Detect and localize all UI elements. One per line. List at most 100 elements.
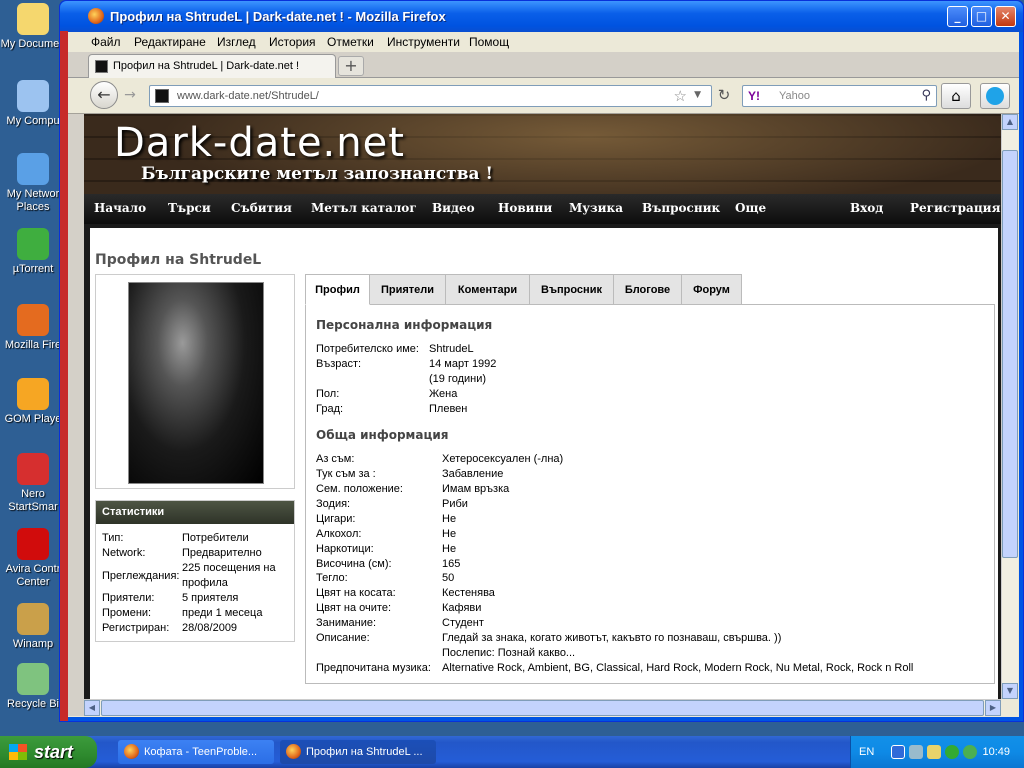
menu-history[interactable]: История	[269, 35, 316, 49]
start-button[interactable]: start	[0, 736, 97, 768]
menu-edit[interactable]: Редактиране	[134, 35, 206, 49]
horizontal-scrollbar[interactable]: ◀ ▶	[84, 699, 1001, 716]
vertical-scroll-thumb[interactable]	[1002, 150, 1018, 558]
taskbar-task[interactable]: Кофата - TeenProble...	[118, 740, 274, 764]
desktop-icon[interactable]: Nero StartSmar	[0, 453, 66, 514]
nav-questionnaire[interactable]: Въпросник	[642, 201, 720, 215]
tab-profile[interactable]: Профил	[305, 274, 370, 305]
language-indicator[interactable]: EN	[859, 746, 874, 758]
menu-bar: Файл Редактиране Изглед История Отметки …	[64, 32, 1019, 52]
tab-friends[interactable]: Приятели	[369, 274, 446, 305]
desktop-app-icon	[17, 153, 49, 185]
tab-questionnaire[interactable]: Въпросник	[529, 274, 614, 305]
desktop-icon[interactable]: Winamp	[0, 603, 66, 651]
desktop-icon[interactable]: My Compu	[0, 80, 66, 128]
forward-button[interactable]: →	[120, 86, 140, 106]
yahoo-engine-icon[interactable]: Y!	[748, 89, 760, 103]
nav-home[interactable]: Начало	[94, 201, 146, 215]
tab-blogs[interactable]: Блогове	[613, 274, 682, 305]
skype-addon-button[interactable]	[980, 83, 1010, 109]
tab-forum[interactable]: Форум	[681, 274, 742, 305]
minimize-button[interactable]: _	[947, 6, 968, 27]
title-bar[interactable]: Профил на ShtrudeL | Dark-date.net ! - M…	[60, 1, 1023, 32]
tab-active[interactable]: Профил на ShtrudeL | Dark-date.net !	[88, 54, 336, 78]
desktop-icon-label: My Documen	[0, 38, 66, 50]
tab-comments[interactable]: Коментари	[445, 274, 530, 305]
url-text[interactable]: www.dark-date.net/ShtrudeL/	[177, 90, 319, 102]
stats-key: Промени:	[102, 607, 152, 619]
nav-search[interactable]: Търси	[168, 201, 211, 215]
nav-music[interactable]: Музика	[569, 201, 623, 215]
desktop-icon-label: Winamp	[12, 638, 54, 650]
nav-metal-catalog[interactable]: Метъл каталог	[311, 201, 417, 215]
site-logo[interactable]: Dark-date.net	[114, 120, 405, 166]
horizontal-scroll-thumb[interactable]	[101, 700, 984, 716]
field-value: (19 години)	[429, 373, 487, 385]
search-input[interactable]: Yahoo	[779, 90, 810, 102]
field-value: Alternative Rock, Ambient, BG, Classical…	[442, 662, 914, 674]
tab-strip: Профил на ShtrudeL | Dark-date.net ! +	[64, 52, 1019, 78]
nav-login[interactable]: Вход	[850, 201, 883, 215]
vertical-scrollbar[interactable]: ▲ ▼	[1001, 114, 1018, 699]
desktop-icon-label: My Compu	[6, 115, 60, 127]
network-icon[interactable]	[909, 745, 923, 759]
field-value: Кафяви	[442, 602, 482, 614]
search-bar[interactable]: Y! Yahoo ⚲	[742, 85, 937, 107]
menu-view[interactable]: Изглед	[217, 35, 256, 49]
nav-video[interactable]: Видео	[432, 201, 475, 215]
scroll-left-icon[interactable]: ◀	[84, 700, 100, 716]
maximize-button[interactable]: □	[971, 6, 992, 27]
taskbar: start Кофата - TeenProble... Профил на S…	[0, 736, 1024, 768]
stats-value: преди 1 месеца	[182, 607, 263, 619]
utorrent-icon[interactable]	[963, 745, 977, 759]
taskbar-task-active[interactable]: Профил на ShtrudeL ...	[280, 740, 436, 764]
stats-key: Регистриран:	[102, 622, 170, 634]
desktop-icon[interactable]: Mozilla Fire	[0, 304, 66, 352]
shield-icon[interactable]	[945, 745, 959, 759]
field-label: Зодия:	[316, 498, 351, 510]
url-bar[interactable]: www.dark-date.net/ShtrudeL/ ☆ ▼	[149, 85, 712, 107]
field-label: Наркотици:	[316, 543, 374, 555]
desktop-icon[interactable]: GOM Playe	[0, 378, 66, 426]
desktop-icon[interactable]: My Networ Places	[0, 153, 66, 214]
nav-more[interactable]: Още	[735, 201, 766, 215]
desktop-icon[interactable]: Avira Contr Center	[0, 528, 66, 589]
page-viewport: Dark-date.net Българските метъл запознан…	[84, 114, 1001, 699]
tray-arrow-icon[interactable]	[891, 745, 905, 759]
clock: 10:49	[982, 746, 1010, 758]
scroll-down-icon[interactable]: ▼	[1002, 683, 1018, 699]
desktop-icon[interactable]: Recycle Bi	[0, 663, 66, 711]
scroll-up-icon[interactable]: ▲	[1002, 114, 1018, 130]
nav-register[interactable]: Регистрация	[910, 201, 1000, 215]
bookmark-star-icon[interactable]: ☆	[674, 87, 687, 105]
site-identity-icon[interactable]	[155, 89, 169, 103]
menu-bookmarks[interactable]: Отметки	[327, 35, 374, 49]
field-value: Имам връзка	[442, 483, 510, 495]
field-value: ShtrudeL	[429, 343, 474, 355]
search-icon[interactable]: ⚲	[921, 88, 931, 103]
field-value: Гледай за знака, когато животът, какъвто…	[442, 632, 782, 644]
field-label: Сем. положение:	[316, 483, 403, 495]
desktop-icon[interactable]: My Documen	[0, 3, 66, 51]
stats-value: 225 посещения на профила	[182, 562, 276, 589]
profile-photo[interactable]	[128, 282, 264, 484]
nav-events[interactable]: Събития	[231, 201, 292, 215]
desktop-icon-label: Recycle Bi	[7, 698, 59, 710]
desktop-app-icon	[17, 663, 49, 695]
field-label: Тук съм за :	[316, 468, 376, 480]
close-button[interactable]: ✕	[995, 6, 1016, 27]
reload-button[interactable]: ↻	[714, 85, 734, 107]
scroll-right-icon[interactable]: ▶	[985, 700, 1001, 716]
menu-tools[interactable]: Инструменти	[387, 35, 460, 49]
menu-help[interactable]: Помощ	[469, 35, 509, 49]
task-label: Профил на ShtrudeL ...	[306, 746, 423, 758]
new-tab-button[interactable]: +	[338, 56, 364, 76]
back-button[interactable]: ←	[90, 81, 118, 109]
folder-icon[interactable]	[927, 745, 941, 759]
url-dropdown-icon[interactable]: ▼	[694, 90, 701, 100]
nav-news[interactable]: Новини	[498, 201, 552, 215]
field-value: 50	[442, 572, 455, 584]
menu-file[interactable]: Файл	[91, 35, 121, 49]
home-button[interactable]: ⌂	[941, 83, 971, 109]
desktop-icon[interactable]: µTorrent	[0, 228, 66, 276]
